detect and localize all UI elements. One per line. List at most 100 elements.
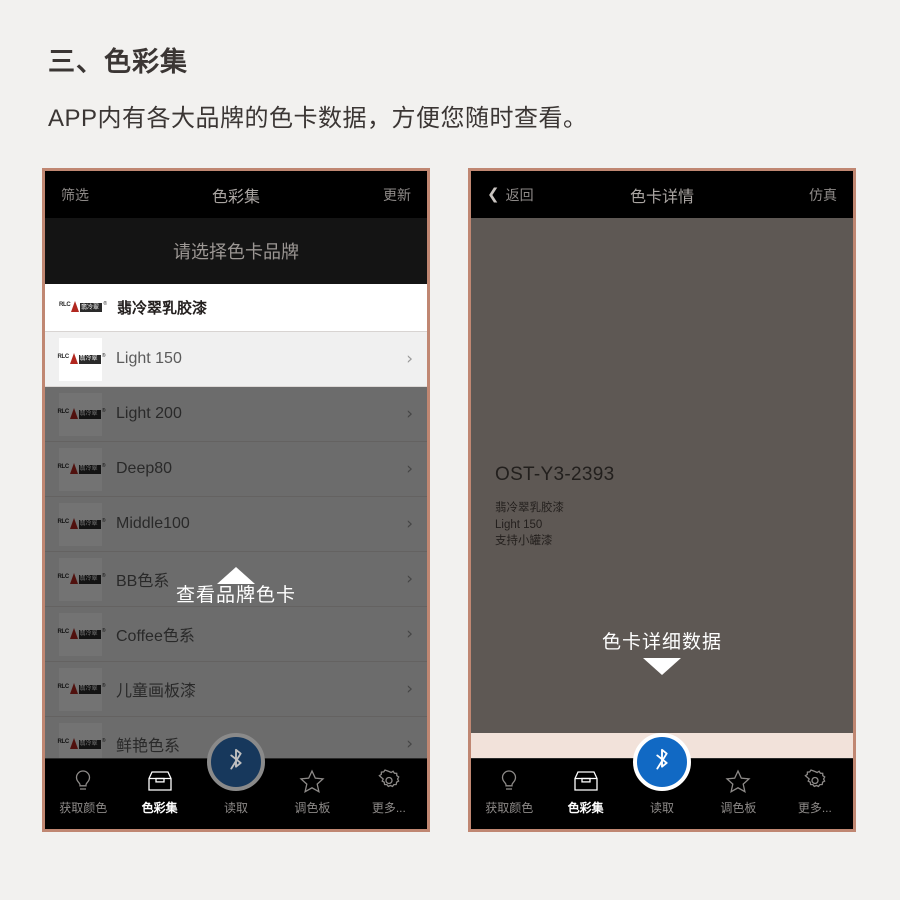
tab-palette[interactable]: 调色板: [700, 759, 776, 816]
tab-palette[interactable]: 调色板: [274, 759, 350, 816]
right-screen: ❮ 返回 色卡详情 仿真 OST-Y3-2393 翡冷翠乳胶漆 Light 15…: [471, 171, 853, 829]
chevron-right-icon: ›: [406, 733, 413, 754]
swatch-thumbnail: RLC 翡冷翠 ®: [57, 447, 106, 491]
swatch-note: 支持小罐漆: [495, 535, 553, 548]
tab-label: 读取: [650, 801, 675, 815]
brand-logo-icon: RLC 翡冷翠 ®: [57, 517, 106, 531]
left-screen: 筛选 色彩集 更新 请选择色卡品牌 RLC 翡冷翠 ® 翡冷翠乳胶漆 RLC 翡…: [45, 171, 427, 829]
arrow-down-icon: [643, 657, 681, 675]
brand-logo-name: 翡冷翠: [79, 466, 98, 472]
brand-triangle-icon: [69, 352, 78, 364]
brand-trademark-icon: ®: [101, 407, 106, 414]
brand-logo-name: 翡冷翠: [79, 356, 98, 362]
brand-logo-prefix: RLC: [57, 683, 70, 690]
list-item-label: 儿童画板漆: [116, 683, 197, 700]
tab-color-collection[interactable]: 色彩集: [547, 759, 623, 816]
right-navbar: ❮ 返回 色卡详情 仿真: [471, 171, 853, 218]
bluetooth-icon: [230, 748, 242, 770]
list-item-label: Deep80: [116, 460, 173, 477]
tab-label: 调色板: [720, 801, 757, 815]
swatch-brand: 翡冷翠乳胶漆: [495, 502, 564, 514]
brand-logo-icon: RLC 翡冷翠 ®: [57, 737, 106, 751]
brand-logo-icon: RLC 翡冷翠 ®: [59, 301, 107, 314]
chevron-right-icon: ›: [406, 623, 413, 644]
bluetooth-icon: [656, 748, 668, 770]
swatch-thumbnail: RLC 翡冷翠 ®: [58, 392, 106, 436]
brand-logo-prefix: RLC: [59, 302, 71, 308]
bluetooth-read-button[interactable]: [207, 733, 265, 791]
inbox-icon: [573, 768, 599, 794]
tab-more[interactable]: 更多...: [777, 759, 853, 816]
brand-logo-prefix: RLC: [57, 463, 70, 470]
swatch-thumbnail: RLC 翡冷翠 ®: [57, 557, 106, 601]
brand-triangle-icon: [69, 682, 78, 694]
back-label: 返回: [505, 186, 534, 203]
annotation-label: 色卡详细数据: [601, 632, 722, 653]
list-item[interactable]: RLC 翡冷翠 ® Deep80 ›: [45, 442, 427, 497]
brand-header-row[interactable]: RLC 翡冷翠 ® 翡冷翠乳胶漆: [45, 284, 427, 332]
gear-icon: [803, 768, 827, 794]
brand-trademark-icon: ®: [101, 737, 106, 744]
tab-more[interactable]: 更多...: [351, 759, 427, 816]
tab-label: 调色板: [294, 801, 331, 815]
brand-logo-icon: RLC 翡冷翠 ®: [57, 462, 106, 476]
swatch-thumbnail: RLC 翡冷翠 ®: [58, 612, 106, 656]
page-subtitle: APP内有各大品牌的色卡数据，方便您随时查看。: [48, 105, 588, 132]
brand-logo-icon: RLC 翡冷翠 ®: [58, 627, 106, 641]
brand-logo-icon: RLC 翡冷翠 ®: [58, 407, 106, 421]
chevron-left-icon: ❮: [487, 186, 500, 203]
tab-label: 色彩集: [567, 801, 604, 815]
brand-logo-name: 翡冷翠: [79, 576, 98, 582]
brand-logo-prefix: RLC: [57, 738, 70, 745]
list-item[interactable]: RLC 翡冷翠 ® Light 200 ›: [45, 387, 427, 442]
list-item[interactable]: RLC 翡冷翠 ® Middle100 ›: [45, 497, 427, 552]
tab-label: 更多...: [371, 801, 406, 815]
brand-triangle-icon: [69, 517, 78, 529]
brand-trademark-icon: ®: [101, 627, 106, 634]
bluetooth-read-button[interactable]: [633, 733, 691, 791]
back-button[interactable]: ❮ 返回: [487, 185, 541, 205]
brand-trademark-icon: ®: [101, 462, 106, 469]
page-title: 三、色彩集: [48, 47, 188, 77]
swatch-code: OST-Y3-2393: [495, 464, 615, 485]
brand-logo-name: 翡冷翠: [81, 304, 100, 311]
chevron-right-icon: ›: [406, 403, 413, 424]
swatch-thumbnail: RLC 翡冷翠 ®: [57, 667, 106, 711]
brand-triangle-icon: [69, 737, 78, 749]
brand-logo-icon: RLC 翡冷翠 ®: [57, 572, 106, 586]
list-item-label: Middle100: [116, 515, 190, 532]
brand-triangle-icon: [69, 407, 78, 419]
swatch-thumbnail: RLC 翡冷翠 ®: [57, 502, 106, 546]
update-button[interactable]: 更新: [357, 185, 411, 205]
list-item[interactable]: RLC 翡冷翠 ® BB色系 ›: [45, 552, 427, 607]
chevron-right-icon: ›: [406, 678, 413, 699]
tab-label: 获取颜色: [485, 801, 534, 815]
brand-trademark-icon: ®: [101, 572, 106, 579]
phone-mockup-color-collection: 筛选 色彩集 更新 请选择色卡品牌 RLC 翡冷翠 ® 翡冷翠乳胶漆 RLC 翡…: [42, 168, 430, 832]
simulate-button[interactable]: 仿真: [783, 185, 837, 205]
brand-picker-prompt[interactable]: 请选择色卡品牌: [45, 218, 427, 284]
list-item-label: Light 150: [116, 350, 182, 367]
tab-label: 更多...: [797, 801, 832, 815]
filter-button[interactable]: 筛选: [61, 185, 115, 205]
tab-get-color[interactable]: 获取颜色: [471, 759, 547, 816]
page-root: 三、色彩集 APP内有各大品牌的色卡数据，方便您随时查看。 筛选 色彩集 更新 …: [0, 0, 900, 900]
swatch-series: Light 150: [495, 518, 543, 531]
bulb-icon: [499, 768, 519, 794]
swatch-info-block: OST-Y3-2393 翡冷翠乳胶漆 Light 150 支持小罐漆: [495, 464, 614, 550]
tab-color-collection[interactable]: 色彩集: [121, 759, 197, 816]
chevron-right-icon: ›: [406, 568, 413, 589]
list-item-label: Coffee色系: [116, 628, 195, 645]
brand-logo-prefix: RLC: [57, 518, 70, 525]
chevron-right-icon: ›: [406, 513, 413, 534]
brand-triangle-icon: [69, 462, 78, 474]
list-item-label: BB色系: [116, 573, 170, 590]
brand-triangle-icon: [69, 572, 78, 584]
list-item[interactable]: RLC 翡冷翠 ® 儿童画板漆 ›: [45, 662, 427, 717]
brand-logo-prefix: RLC: [57, 573, 70, 580]
list-item[interactable]: RLC 翡冷翠 ® Coffee色系 ›: [45, 607, 427, 662]
tab-get-color[interactable]: 获取颜色: [45, 759, 121, 816]
chevron-right-icon: ›: [406, 348, 413, 369]
list-item[interactable]: RLC 翡冷翠 ® Light 150 ›: [45, 332, 427, 387]
tab-label: 色彩集: [141, 801, 178, 815]
